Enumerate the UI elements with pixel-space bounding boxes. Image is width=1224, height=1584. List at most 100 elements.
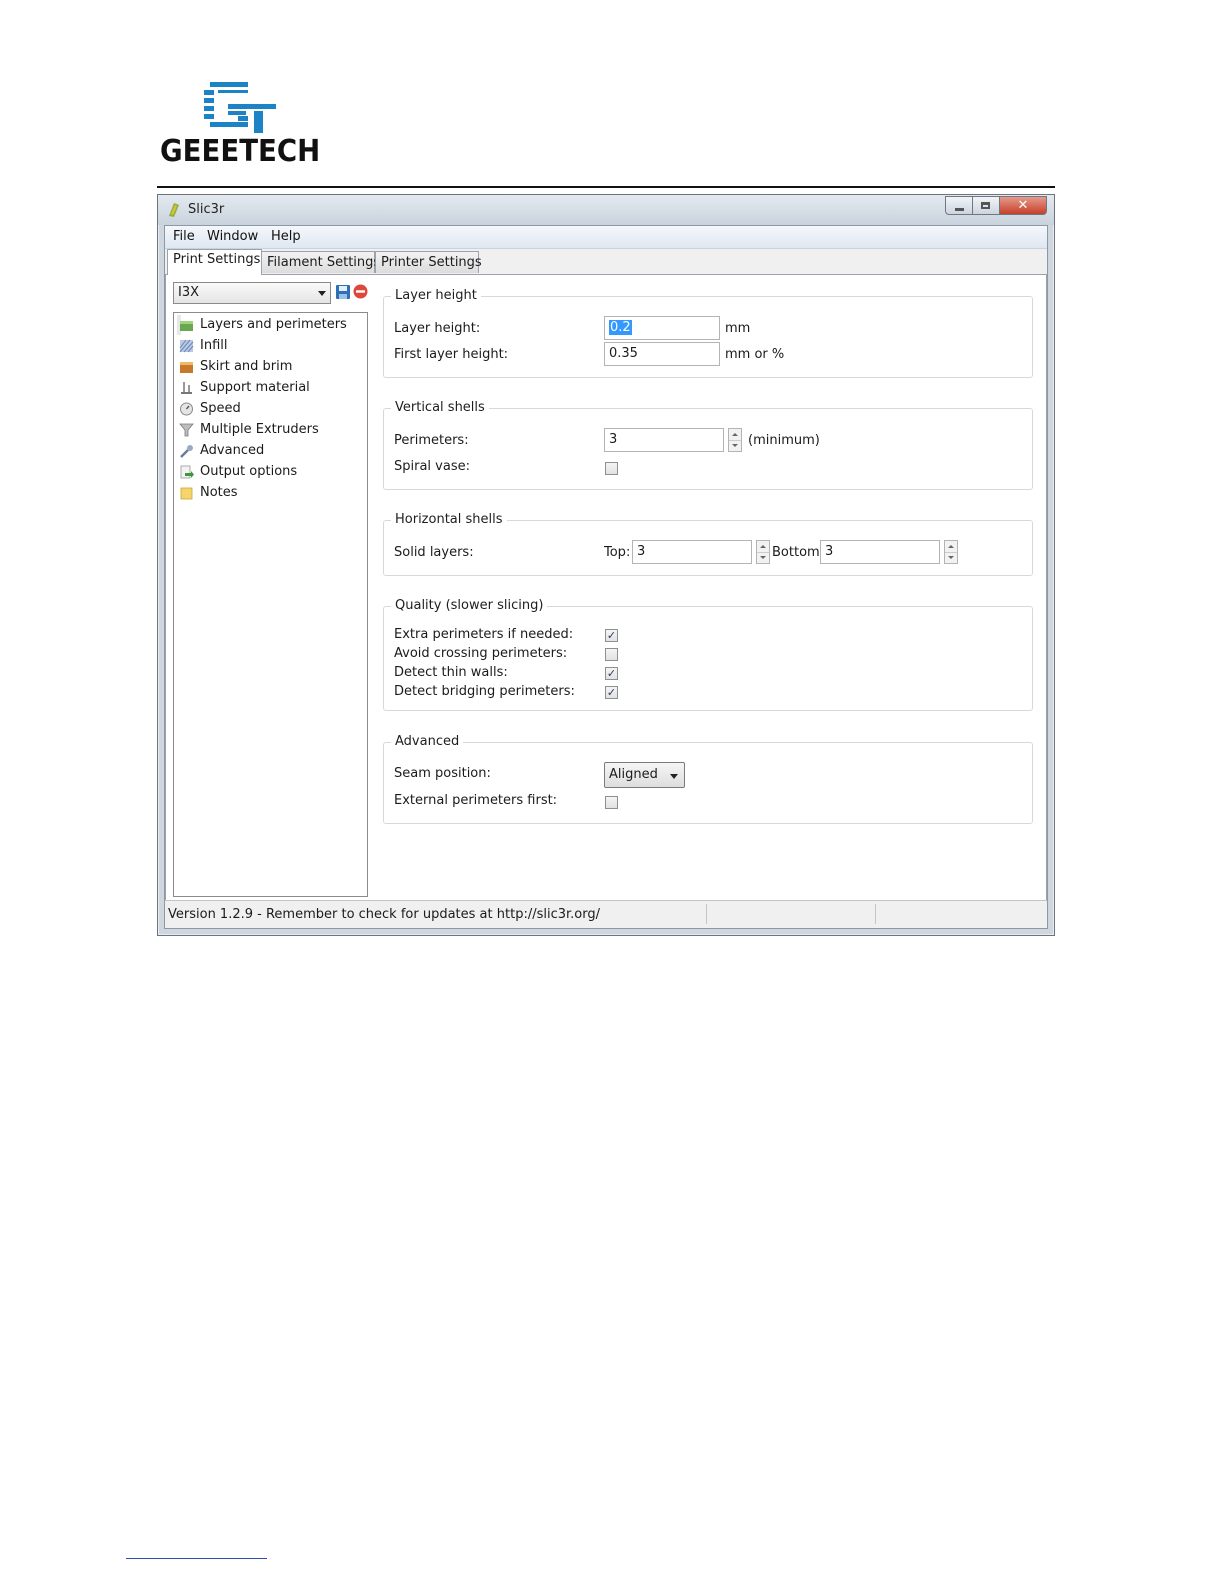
detect-thin-walls-label: Detect thin walls: <box>394 665 508 680</box>
slic3r-app-icon <box>169 203 179 217</box>
perimeters-unit: (minimum) <box>748 433 820 448</box>
status-bar: Version 1.2.9 - Remember to check for up… <box>165 900 1047 928</box>
layer-height-label: Layer height: <box>394 321 481 336</box>
infill-icon <box>179 339 194 353</box>
sidebar-item-speed[interactable]: Speed <box>177 399 241 419</box>
header-rule <box>157 186 1055 188</box>
preset-dropdown[interactable]: I3X <box>173 282 331 304</box>
tab-filament-settings[interactable]: Filament Settings <box>261 251 380 273</box>
funnel-icon <box>179 423 194 437</box>
sidebar-item-output-options[interactable]: Output options <box>177 462 297 482</box>
maximize-button[interactable] <box>972 196 999 215</box>
first-layer-height-label: First layer height: <box>394 347 509 362</box>
layers-icon <box>180 321 193 331</box>
solid-layers-label: Solid layers: <box>394 545 474 560</box>
avoid-crossing-perimeters-checkbox[interactable] <box>605 648 618 661</box>
sidebar-item-label: Notes <box>200 485 238 500</box>
vertical-shells-group: Vertical shells Perimeters: 3 (minimum) … <box>383 400 1033 490</box>
perimeters-input[interactable]: 3 <box>604 428 724 452</box>
perimeters-stepper[interactable] <box>728 428 742 452</box>
sidebar-item-layers-and-perimeters[interactable]: Layers and perimeters <box>177 315 347 335</box>
external-perimeters-first-label: External perimeters first: <box>394 793 558 808</box>
settings-tabs: Print Settings Filament Settings Printer… <box>165 249 1047 275</box>
delete-preset-icon[interactable] <box>353 284 368 299</box>
sidebar-item-label: Skirt and brim <box>200 359 293 374</box>
tab-printer-settings[interactable]: Printer Settings <box>375 251 482 273</box>
sidebar-item-label: Infill <box>200 338 228 353</box>
preset-value: I3X <box>178 285 200 300</box>
extra-perimeters-checkbox[interactable]: ✓ <box>605 629 618 642</box>
footer-rule <box>126 1558 267 1559</box>
quality-group: Quality (slower slicing) Extra perimeter… <box>383 598 1033 711</box>
spiral-vase-checkbox[interactable] <box>605 462 618 475</box>
menu-bar: File Window Help <box>165 226 1047 249</box>
speed-icon <box>180 402 193 416</box>
group-title: Horizontal shells <box>391 512 507 527</box>
top-layers-stepper[interactable] <box>756 540 770 564</box>
group-title: Layer height <box>391 288 481 303</box>
sidebar-item-advanced[interactable]: Advanced <box>177 441 264 461</box>
minimize-button[interactable] <box>945 196 972 215</box>
detect-thin-walls-checkbox[interactable]: ✓ <box>605 667 618 680</box>
layer-height-group: Layer height Layer height: 0.2 mm First … <box>383 288 1033 378</box>
skirt-icon <box>180 362 193 373</box>
brand-wordmark: GEEETECH <box>160 134 321 169</box>
print-settings-panel: I3X Layers and perimeters Infill Skirt a… <box>165 274 1047 902</box>
seam-position-value: Aligned <box>609 767 658 782</box>
detect-bridging-perimeters-checkbox[interactable]: ✓ <box>605 686 618 699</box>
support-icon <box>181 382 192 394</box>
window-controls: ✕ <box>945 196 1047 216</box>
option-page-tree: Layers and perimeters Infill Skirt and b… <box>173 312 368 897</box>
sidebar-item-label: Output options <box>200 464 298 479</box>
maximize-icon <box>981 202 990 209</box>
close-button[interactable]: ✕ <box>999 196 1047 215</box>
top-layers-input[interactable]: 3 <box>632 540 752 564</box>
sidebar-item-label: Support material <box>200 380 310 395</box>
chevron-down-icon <box>318 291 326 296</box>
group-title: Quality (slower slicing) <box>391 598 548 613</box>
status-divider <box>875 904 876 924</box>
save-preset-icon[interactable] <box>335 284 351 300</box>
sidebar-item-multiple-extruders[interactable]: Multiple Extruders <box>177 420 319 440</box>
bottom-layers-input[interactable]: 3 <box>820 540 940 564</box>
extra-perimeters-label: Extra perimeters if needed: <box>394 627 574 642</box>
sidebar-item-infill[interactable]: Infill <box>177 336 228 356</box>
first-layer-height-unit: mm or % <box>725 347 785 362</box>
sidebar-item-label: Speed <box>200 401 241 416</box>
title-bar[interactable]: Slic3r ✕ <box>158 195 1054 225</box>
perimeters-label: Perimeters: <box>394 433 469 448</box>
bottom-layers-label: Bottom: <box>772 545 825 560</box>
bottom-layers-stepper[interactable] <box>944 540 958 564</box>
sidebar-item-label: Layers and perimeters <box>200 317 347 332</box>
window-title: Slic3r <box>188 202 225 217</box>
sidebar-item-label: Multiple Extruders <box>200 422 319 437</box>
sidebar-item-skirt-and-brim[interactable]: Skirt and brim <box>177 357 292 377</box>
seam-position-label: Seam position: <box>394 766 491 781</box>
sidebar-item-notes[interactable]: Notes <box>177 483 238 503</box>
gt-logo-mark-icon <box>204 82 276 133</box>
tab-print-settings[interactable]: Print Settings <box>167 249 262 275</box>
horizontal-shells-group: Horizontal shells Solid layers: Top: 3 B… <box>383 512 1033 576</box>
output-icon <box>180 465 194 479</box>
first-layer-height-input[interactable]: 0.35 <box>604 342 720 366</box>
status-text: Version 1.2.9 - Remember to check for up… <box>168 907 600 922</box>
layer-height-unit: mm <box>725 321 751 336</box>
geeetech-logo: GEEETECH <box>160 82 322 169</box>
status-divider <box>706 904 707 924</box>
detect-bridging-perimeters-label: Detect bridging perimeters: <box>394 684 575 699</box>
wrench-icon <box>180 445 193 458</box>
menu-window[interactable]: Window <box>207 229 258 244</box>
sidebar-item-support-material[interactable]: Support material <box>177 378 310 398</box>
layer-height-value: 0.2 <box>609 320 632 335</box>
menu-file[interactable]: File <box>173 229 195 244</box>
group-title: Vertical shells <box>391 400 489 415</box>
window-client: File Window Help Print Settings Filament… <box>164 225 1048 929</box>
menu-help[interactable]: Help <box>271 229 301 244</box>
external-perimeters-first-checkbox[interactable] <box>605 796 618 809</box>
sidebar-item-label: Advanced <box>200 443 265 458</box>
spiral-vase-label: Spiral vase: <box>394 459 470 474</box>
seam-position-select[interactable]: Aligned <box>604 762 685 788</box>
note-icon <box>180 487 193 500</box>
advanced-group: Advanced Seam position: Aligned External… <box>383 734 1033 824</box>
layer-height-input[interactable]: 0.2 <box>604 316 720 340</box>
